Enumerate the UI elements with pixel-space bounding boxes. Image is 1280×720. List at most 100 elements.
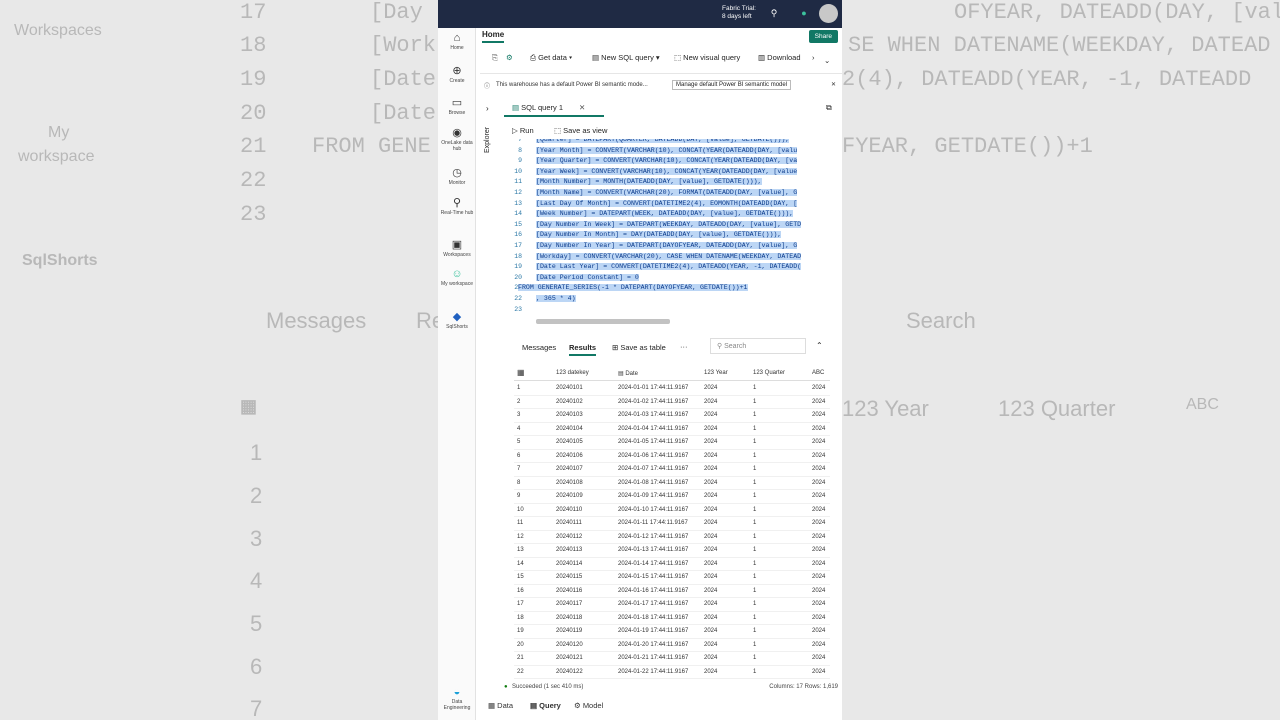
- table-row[interactable]: 2 20240102 2024-01-02 17:44:11.9167 2024 1 20…: [514, 396, 830, 409]
- close-icon[interactable]: ✕: [831, 81, 836, 88]
- table-row[interactable]: 22 20240122 2024-01-22 17:44:11.9167 2024 1 2…: [514, 666, 830, 679]
- copy-icon[interactable]: ⧉: [826, 103, 832, 113]
- col-year[interactable]: 123 Year: [704, 370, 728, 376]
- bg-workspaces: Workspaces: [14, 22, 102, 39]
- table-row[interactable]: 11 20240111 2024-01-11 17:44:11.9167 2024 1 2…: [514, 517, 830, 531]
- tab-query[interactable]: ▤ Query: [530, 701, 561, 710]
- table-cell: 2024-01-18 17:44:11.9167: [618, 614, 689, 621]
- tab-data-label: Data: [497, 701, 514, 710]
- search-input[interactable]: ⚲ Search: [710, 338, 806, 354]
- table-cell: 12: [517, 533, 524, 540]
- table-row[interactable]: 14 20240114 2024-01-14 17:44:11.9167 2024 1 2…: [514, 558, 830, 571]
- download-button[interactable]: ▥ Download: [758, 53, 801, 62]
- run-icon: ▷: [512, 126, 520, 135]
- table-row[interactable]: 1 20240101 2024-01-01 17:44:11.9167 2024 1 20…: [514, 382, 830, 396]
- search-icon[interactable]: ⚲: [768, 8, 780, 20]
- table-cell: 1: [753, 587, 757, 594]
- get-data-button[interactable]: ⎙ Get data ▾: [530, 53, 572, 63]
- tab-sql-query-1[interactable]: ▤ SQL query 1 ✕: [504, 101, 604, 117]
- table-row[interactable]: 4 20240104 2024-01-04 17:44:11.9167 2024 1 20…: [514, 423, 830, 436]
- table-row[interactable]: 15 20240115 2024-01-15 17:44:11.9167 2024 1 2…: [514, 571, 830, 585]
- editor-scrollbar[interactable]: [536, 319, 670, 324]
- success-icon: ●: [504, 684, 508, 690]
- table-cell: 1: [753, 628, 757, 634]
- table-row[interactable]: 3 20240103 2024-01-03 17:44:11.9167 2024 1 20…: [514, 409, 830, 423]
- save-as-table-button[interactable]: ⊞ Save as table: [612, 343, 666, 352]
- tab-messages[interactable]: Messages: [522, 343, 556, 352]
- new-sql-query-button[interactable]: ▤ New SQL query ▾: [592, 53, 660, 62]
- sql-editor[interactable]: 7 [Quarter] = DATEPART(QUARTER, DATEADD(D…: [504, 139, 842, 325]
- chevron-down-icon[interactable]: ⌄: [824, 56, 830, 65]
- table-row[interactable]: 8 20240108 2024-01-08 17:44:11.9167 2024 1 20…: [514, 477, 830, 490]
- run-button[interactable]: ▷ Run: [512, 126, 534, 135]
- rail-data-engineering[interactable]: ◒ Data Engineering: [438, 686, 476, 711]
- code-line: , 365 * 4): [536, 295, 576, 302]
- table-cell: 1: [753, 533, 757, 540]
- table-row[interactable]: 7 20240107 2024-01-07 17:44:11.9167 2024 1 20…: [514, 463, 830, 477]
- explorer-panel[interactable]: › Explorer: [482, 98, 500, 688]
- settings-icon[interactable]: ⚙: [506, 53, 513, 62]
- table-row[interactable]: 9 20240109 2024-01-09 17:44:11.9167 2024 1 20…: [514, 490, 830, 504]
- avatar[interactable]: [819, 4, 838, 23]
- share-button[interactable]: Share: [808, 30, 838, 43]
- table-row[interactable]: 16 20240116 2024-01-16 17:44:11.9167 2024 1 2…: [514, 585, 830, 598]
- rail-onelake[interactable]: ◉ OneLake data hub: [438, 126, 476, 152]
- results-grid[interactable]: ▦ 123 datekey ▤ Date 123 Year 123 Quarte…: [514, 367, 830, 679]
- table-cell: 2024-01-05 17:44:11.9167: [618, 439, 689, 445]
- manage-semantic-model-button[interactable]: Manage default Power BI semantic model: [672, 80, 792, 90]
- table-row[interactable]: 6 20240106 2024-01-06 17:44:11.9167 2024 1 20…: [514, 450, 830, 463]
- table-cell: 2024: [812, 587, 826, 594]
- table-row[interactable]: 21 20240121 2024-01-21 17:44:11.9167 2024 1 2…: [514, 652, 830, 666]
- table-cell: 2024: [704, 398, 718, 405]
- rail-monitor[interactable]: ◷ Monitor: [438, 166, 476, 186]
- code-line: [Month Name] = CONVERT(VARCHAR(20), FORM…: [536, 189, 798, 196]
- rail-workspaces[interactable]: ▣ Workspaces: [438, 238, 476, 258]
- line-number: 13: [514, 199, 522, 207]
- tab-model[interactable]: ⚙ Model: [574, 701, 603, 710]
- tab-home[interactable]: Home: [482, 30, 505, 43]
- rail-browse[interactable]: ▭ Browse: [438, 96, 476, 116]
- more-icon[interactable]: ···: [680, 342, 688, 351]
- sql-icon: ▤: [592, 53, 602, 62]
- rail-my-workspace[interactable]: ☺ My workspace: [438, 268, 476, 287]
- tab-data[interactable]: ▦ Data: [488, 701, 513, 710]
- rail-sqlshorts[interactable]: ◆ SqlShorts: [438, 310, 476, 330]
- new-visual-query-button[interactable]: ⬚ New visual query: [674, 53, 740, 62]
- col-quarter[interactable]: 123 Quarter: [753, 370, 785, 376]
- chevron-right-icon[interactable]: ›: [812, 53, 815, 62]
- table-cell: 2024: [812, 655, 826, 661]
- table-row[interactable]: 18 20240118 2024-01-18 17:44:11.9167 2024 1 2…: [514, 612, 830, 625]
- table-row[interactable]: 5 20240105 2024-01-05 17:44:11.9167 2024 1 20…: [514, 436, 830, 450]
- table-cell: 2024: [704, 466, 718, 472]
- rail-home[interactable]: ⌂ Home: [438, 32, 476, 51]
- banner-text: This warehouse has a default Power BI se…: [496, 82, 648, 88]
- table-row[interactable]: 13 20240113 2024-01-13 17:44:11.9167 2024 1 2…: [514, 544, 830, 558]
- save-as-view-button[interactable]: ⬚ Save as view: [554, 126, 607, 135]
- table-row[interactable]: 17 20240117 2024-01-17 17:44:11.9167 2024 1 2…: [514, 598, 830, 612]
- col-date[interactable]: ▤ Date: [618, 370, 638, 377]
- table-row[interactable]: 10 20240110 2024-01-10 17:44:11.9167 2024 1 2…: [514, 504, 830, 517]
- table-row[interactable]: 19 20240119 2024-01-19 17:44:11.9167 2024 1 2…: [514, 625, 830, 639]
- new-item-icon[interactable]: ⎘: [492, 53, 498, 63]
- sql-query-icon: ▤: [512, 103, 522, 112]
- rail-create[interactable]: ⊕ Create: [438, 64, 476, 84]
- table-cell: 20240105: [556, 439, 583, 445]
- rail-data-engineering-label: Data Engineering: [443, 699, 471, 711]
- col-datekey[interactable]: 123 datekey: [556, 370, 589, 376]
- close-tab-icon[interactable]: ✕: [579, 103, 585, 112]
- table-cell: 1: [753, 641, 757, 648]
- tab-results[interactable]: Results: [569, 343, 597, 356]
- table-row[interactable]: 12 20240112 2024-01-12 17:44:11.9167 2024 1 2…: [514, 531, 830, 544]
- person-icon: ☺: [451, 268, 463, 280]
- col-abc[interactable]: ABC: [812, 370, 824, 376]
- background-left: Workspaces My workspace SqlShorts 17 [Da…: [0, 0, 438, 720]
- table-row[interactable]: 20 20240120 2024-01-20 17:44:11.9167 2024 1 2…: [514, 639, 830, 652]
- rail-realtime[interactable]: ⚲ Real-Time hub: [438, 196, 476, 216]
- expand-icon[interactable]: ›: [486, 104, 489, 113]
- table-cell: 2024-01-13 17:44:11.9167: [618, 547, 689, 553]
- table-cell: 20240102: [556, 398, 583, 405]
- collapse-icon[interactable]: ⌃: [816, 341, 823, 350]
- grid-select-icon[interactable]: ▦: [517, 368, 525, 377]
- code-line: [Last Day Of Month] = CONVERT(DATETIME2(…: [536, 199, 798, 207]
- chat-icon[interactable]: ●: [798, 8, 810, 20]
